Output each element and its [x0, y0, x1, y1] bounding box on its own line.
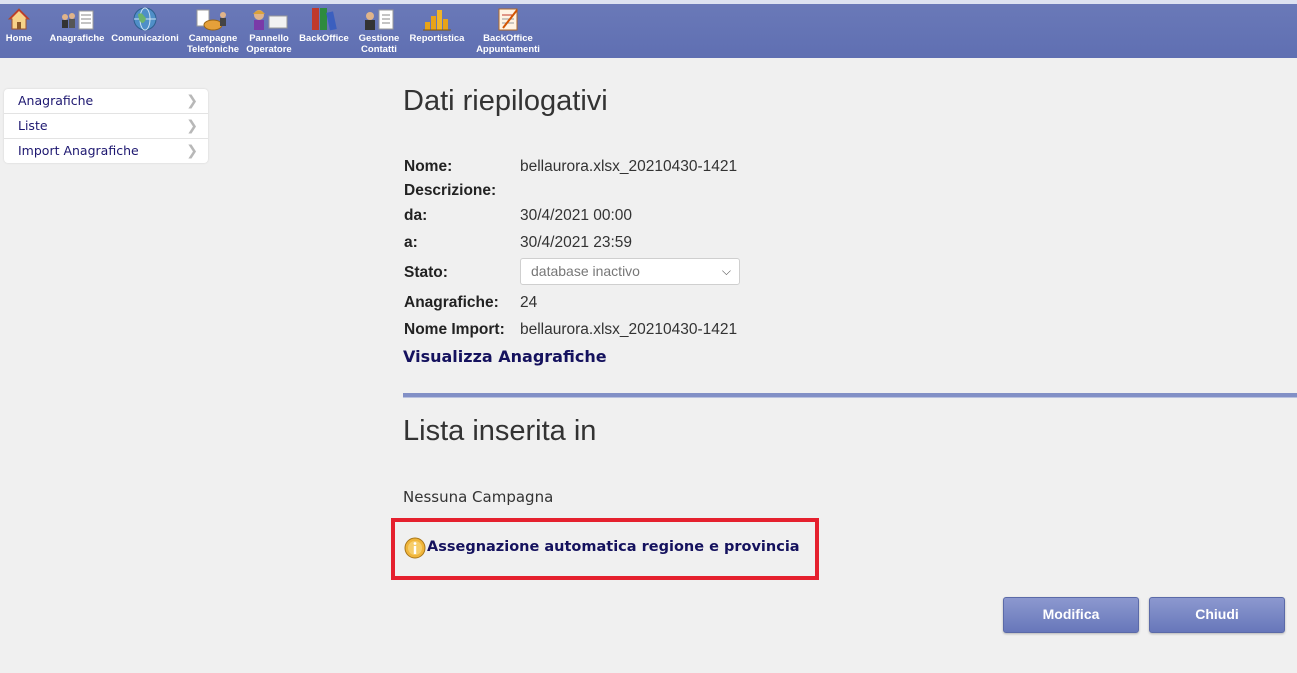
nav-reportistica[interactable]: Reportistica: [406, 6, 468, 44]
stato-selected-value: database inactivo: [531, 263, 640, 279]
nav-pannello-operatore[interactable]: Pannello Operatore: [244, 6, 294, 55]
lista-title: Lista inserita in: [403, 415, 597, 447]
nav-backoffice[interactable]: BackOffice: [296, 6, 352, 44]
section-divider: [403, 393, 1297, 398]
nav-comunicazioni[interactable]: Comunicazioni: [109, 6, 181, 44]
appointments-icon: [498, 8, 518, 31]
anagrafiche-value: 24: [520, 294, 538, 311]
nav-campagne-label: Campagne Telefoniche: [186, 33, 240, 55]
contacts-icon: [365, 9, 394, 30]
globe-icon: [133, 7, 157, 31]
sidebar-item-anagrafiche[interactable]: Anagrafiche ❯: [4, 89, 208, 114]
a-value: 30/4/2021 23:59: [520, 234, 633, 251]
nav-home[interactable]: Home: [4, 6, 34, 44]
da-value: 30/4/2021 00:00: [520, 207, 633, 224]
chevron-right-icon: ❯: [186, 143, 198, 159]
nav-gestione-contatti[interactable]: Gestione Contatti: [355, 6, 403, 55]
operator-panel-icon: [253, 10, 288, 30]
people-list-icon: [62, 10, 94, 30]
nav-backoffice-label: BackOffice: [299, 33, 349, 44]
top-nav-highlight: [0, 0, 1297, 4]
stato-select[interactable]: database inactivo ⌵: [520, 258, 740, 285]
phone-campaign-icon: [196, 9, 226, 31]
nav-comunicazioni-label: Comunicazioni: [111, 33, 179, 44]
sidebar-item-label: Import Anagrafiche: [18, 143, 139, 158]
sidebar-item-import-anagrafiche[interactable]: Import Anagrafiche ❯: [4, 139, 208, 163]
nav-anagrafiche[interactable]: Anagrafiche: [47, 6, 107, 44]
chevron-right-icon: ❯: [186, 93, 198, 109]
da-label: da:: [404, 207, 428, 224]
nav-appuntamenti-label: BackOffice Appuntamenti: [476, 33, 540, 55]
sidebar-item-label: Liste: [18, 118, 48, 133]
chiudi-button[interactable]: Chiudi: [1149, 597, 1285, 633]
nav-home-label: Home: [5, 33, 33, 44]
sidebar-item-label: Anagrafiche: [18, 93, 94, 108]
bar-chart-icon: [423, 10, 451, 31]
nav-reportistica-label: Reportistica: [409, 33, 465, 44]
nome-import-label: Nome Import:: [404, 321, 505, 338]
chevron-down-icon: ⌵: [721, 264, 731, 278]
nav-campagne-telefoniche[interactable]: Campagne Telefoniche: [184, 6, 242, 55]
assegnazione-link[interactable]: Assegnazione automatica regione e provin…: [427, 539, 800, 555]
nome-import-value: bellaurora.xlsx_20210430-1421: [520, 321, 738, 338]
nav-anagrafiche-label: Anagrafiche: [49, 33, 105, 44]
nav-pannello-label: Pannello Operatore: [246, 33, 292, 55]
a-label: a:: [404, 234, 418, 251]
nav-backoffice-appuntamenti[interactable]: BackOffice Appuntamenti: [473, 6, 543, 55]
binders-icon: [312, 8, 337, 31]
top-nav-bar: Home Anagrafiche Comunicazioni Campagne T…: [0, 0, 1297, 58]
descrizione-label: Descrizione:: [404, 182, 497, 199]
visualizza-anagrafiche-link[interactable]: Visualizza Anagrafiche: [403, 347, 607, 366]
nome-label: Nome:: [404, 158, 453, 175]
stato-label: Stato:: [404, 264, 448, 281]
anagrafiche-label: Anagrafiche:: [404, 294, 499, 311]
chevron-right-icon: ❯: [186, 118, 198, 134]
home-icon: [7, 8, 31, 30]
sidebar-item-liste[interactable]: Liste ❯: [4, 114, 208, 139]
nome-value: bellaurora.xlsx_20210430-1421: [520, 158, 738, 175]
nessuna-campagna-text: Nessuna Campagna: [403, 488, 554, 506]
summary-title: Dati riepilogativi: [403, 85, 608, 117]
sidebar: Anagrafiche ❯ Liste ❯ Import Anagrafiche…: [4, 89, 208, 163]
modifica-button[interactable]: Modifica: [1003, 597, 1139, 633]
info-icon: [404, 537, 426, 559]
nav-gestione-label: Gestione Contatti: [358, 33, 400, 55]
